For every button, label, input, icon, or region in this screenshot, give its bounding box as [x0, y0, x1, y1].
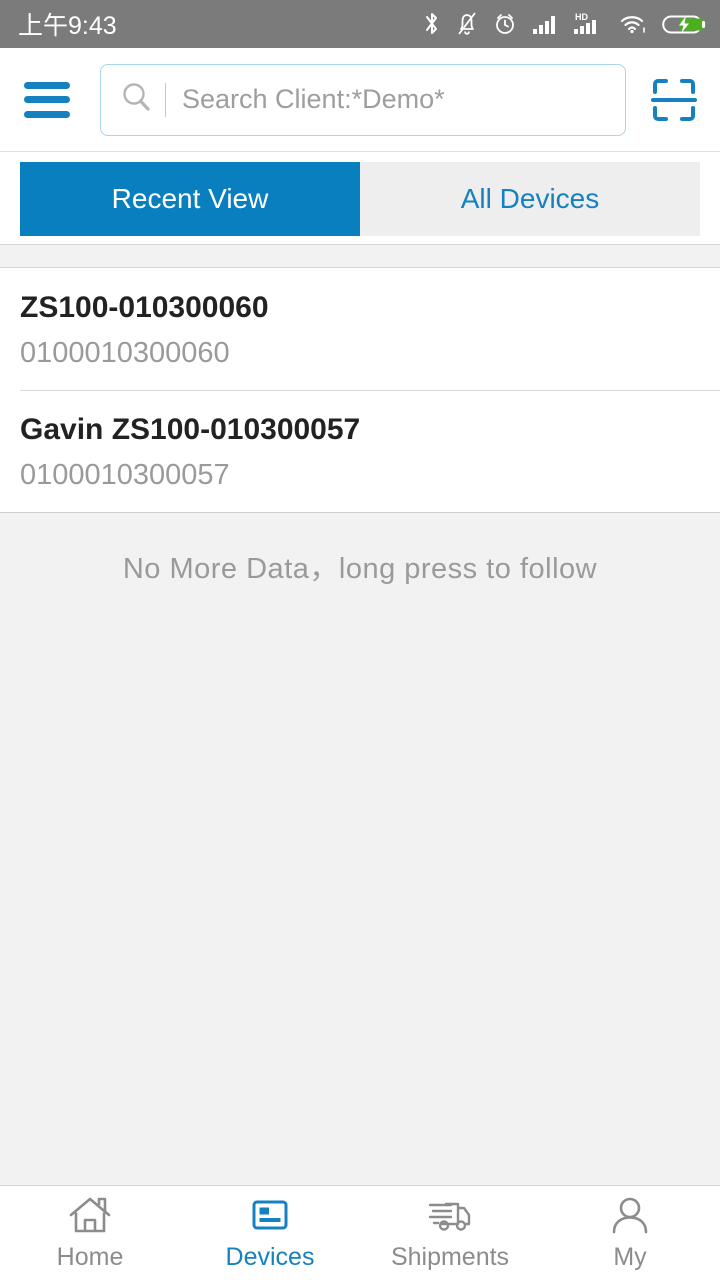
- search-box[interactable]: [100, 63, 626, 136]
- app-header: [0, 48, 720, 152]
- signal-bars-icon: [531, 10, 559, 38]
- tab-all-devices-label: All Devices: [460, 183, 600, 214]
- app-screen: 上午9:43 HD Search Client:*Demo* Recent Vi…: [0, 0, 720, 1280]
- alarm-icon: [492, 10, 518, 38]
- search-input[interactable]: [182, 84, 625, 115]
- nav-item-my-label: My: [613, 1243, 647, 1271]
- barcode-scan-icon[interactable]: [646, 72, 702, 128]
- svg-text:HD: HD: [575, 12, 588, 22]
- view-tabs: Recent View All Devices: [0, 152, 720, 244]
- no-more-data-message: No More Data，long press to follow: [122, 553, 598, 585]
- signal-hd-icon: HD: [572, 10, 606, 38]
- hamburger-bar: [24, 110, 70, 118]
- wifi-icon: [619, 10, 649, 38]
- hamburger-bar: [24, 81, 70, 89]
- tab-recent-view-label: Recent View: [111, 183, 269, 214]
- nav-item-devices-label: Devices: [225, 1243, 315, 1271]
- status-time: 上午9:43: [18, 12, 117, 40]
- device-card-icon: [247, 1194, 293, 1238]
- list-section-separator: [0, 244, 720, 268]
- device-name: Gavin ZS100-010300057: [20, 413, 361, 446]
- device-serial: 0100010300060: [20, 337, 230, 369]
- list-item[interactable]: ZS100-010300060 0100010300060: [0, 268, 720, 390]
- bottom-navigation: Home Devices Shipments My: [0, 1185, 720, 1280]
- bell-muted-icon: [455, 10, 479, 38]
- hamburger-menu-icon[interactable]: [20, 77, 76, 123]
- nav-item-shipments[interactable]: Shipments: [360, 1186, 540, 1280]
- nav-item-shipments-label: Shipments: [390, 1243, 510, 1271]
- nav-item-my[interactable]: My: [540, 1186, 720, 1280]
- status-bar: 上午9:43 HD: [0, 0, 720, 48]
- battery-charging-icon: [662, 10, 706, 38]
- device-name: ZS100-010300060: [20, 291, 269, 324]
- list-footer-area: No More Data，long press to follow: [0, 512, 720, 1185]
- home-icon: [67, 1194, 113, 1238]
- nav-item-home[interactable]: Home: [0, 1186, 180, 1280]
- list-item[interactable]: Gavin ZS100-010300057 0100010300057: [0, 390, 720, 512]
- device-serial: 0100010300057: [20, 459, 230, 491]
- person-icon: [607, 1194, 653, 1238]
- bluetooth-icon: [422, 10, 442, 38]
- status-icon-group: HD: [422, 10, 706, 38]
- hamburger-bar: [24, 96, 70, 103]
- search-cursor-divider: [165, 82, 166, 117]
- nav-item-home-label: Home: [56, 1243, 124, 1271]
- nav-item-devices[interactable]: Devices: [180, 1186, 360, 1280]
- device-list: ZS100-010300060 0100010300060 Gavin ZS10…: [0, 268, 720, 512]
- truck-icon: [424, 1194, 476, 1238]
- tab-all-devices[interactable]: All Devices: [360, 162, 700, 236]
- search-icon: [119, 80, 153, 119]
- tab-recent-view[interactable]: Recent View: [20, 162, 360, 236]
